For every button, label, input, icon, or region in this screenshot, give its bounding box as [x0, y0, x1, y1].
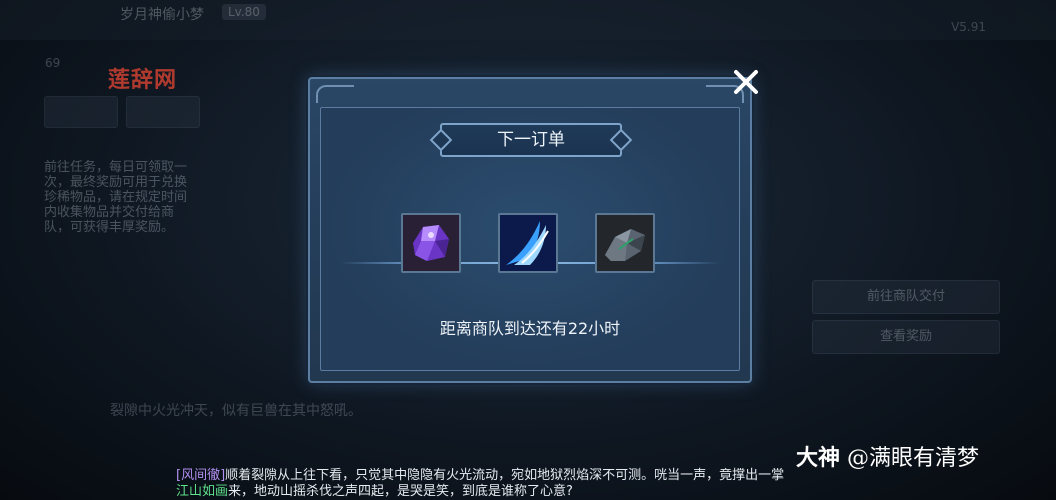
bg-tab-button-2 — [126, 96, 200, 128]
view-reward-button: 查看奖励 — [812, 320, 1000, 354]
level-tag: Lv.80 — [222, 4, 266, 20]
chat-text-1: 顺着裂隙从上往下看，只觉其中隐隐有火光流动，宛如地狱烈焰深不可测。咣当一声，竟撑… — [225, 468, 785, 483]
chat-speaker-2[interactable]: 江山如画 — [176, 484, 228, 499]
next-order-dialog: 下一订单 距离商队到达还有22小时 — [308, 77, 752, 383]
dialog-title: 下一订单 — [497, 130, 565, 150]
item-slot-blue-blade[interactable] — [498, 213, 558, 273]
chat-line-2: 江山如画来，地动山摇杀伐之声四起，是哭是笑，到底是谁称了心意? — [176, 484, 876, 500]
purple-crystal-icon — [403, 215, 459, 271]
chat-text-2: 来，地动山摇杀伐之声四起，是哭是笑，到底是谁称了心意? — [228, 484, 573, 499]
blue-blade-icon — [500, 215, 556, 271]
corner-flourish-left — [316, 85, 354, 103]
brand-logo: 大神 — [796, 446, 841, 471]
level-number: 69 — [45, 56, 61, 70]
title-plate: 下一订单 — [440, 123, 622, 157]
item-slot-purple-crystal[interactable] — [401, 213, 461, 273]
version-label: V5.91 — [951, 20, 986, 34]
chat-line-1: [风间徹]顺着裂隙从上往下看，只觉其中隐隐有火光流动，宛如地狱烈焰深不可测。咣当… — [176, 468, 876, 484]
watermark-logo: 莲辞网 — [108, 68, 178, 93]
background-narration: 裂隙中火光冲天，似有巨兽在其中怒吼。 — [110, 403, 362, 419]
caravan-countdown: 距离商队到达还有22小时 — [439, 319, 621, 338]
chat-speaker-1[interactable]: [风间徹] — [176, 468, 225, 483]
close-button[interactable] — [728, 64, 764, 100]
item-slot-dark-ore[interactable] — [595, 213, 655, 273]
player-name: 岁月神偷小梦 — [120, 7, 204, 23]
chat-log: [风间徹]顺着裂隙从上往下看，只觉其中隐隐有火光流动，宛如地狱烈焰深不可测。咣当… — [176, 468, 876, 500]
deliver-button: 前往商队交付 — [812, 280, 1000, 314]
quest-description: 前往任务，每日可领取一次，最终奖励可用于兑换珍稀物品，请在规定时间内收集物品并交… — [44, 160, 188, 235]
dark-ore-icon — [597, 215, 653, 271]
creator-signature: 大神 @满眼有清梦 — [796, 440, 979, 472]
creator-handle: @满眼有清梦 — [847, 446, 980, 471]
bg-tab-button-1 — [44, 96, 118, 128]
close-icon — [734, 70, 758, 94]
